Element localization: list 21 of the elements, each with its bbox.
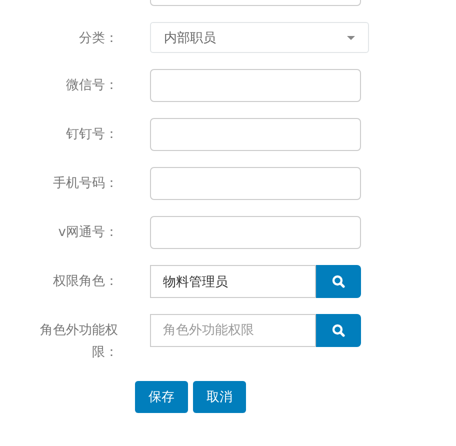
input-field[interactable] xyxy=(150,216,361,249)
dropdown-field[interactable]: 内部职员 xyxy=(150,22,369,53)
field-label: 角色外功能权限： xyxy=(39,322,118,362)
field-label: v网通号： xyxy=(58,224,118,242)
field-label: 钉钉号： xyxy=(66,126,118,144)
search-button[interactable] xyxy=(316,314,361,347)
input-field[interactable]: 物料管理员 xyxy=(150,265,316,298)
input-field[interactable] xyxy=(150,69,361,102)
search-icon xyxy=(332,275,345,288)
cancel-button[interactable]: 取消 xyxy=(193,381,246,413)
save-button[interactable]: 保存 xyxy=(135,381,188,413)
input-field[interactable]: 角色外功能权限 xyxy=(150,314,316,347)
field-label: 微信号： xyxy=(66,77,118,95)
search-button[interactable] xyxy=(316,265,361,298)
field-label: 分类： xyxy=(79,30,118,48)
caret-icon xyxy=(347,36,355,40)
input-field[interactable] xyxy=(150,118,361,151)
search-icon xyxy=(332,324,345,337)
input-field[interactable] xyxy=(150,167,361,200)
field-label: 权限角色： xyxy=(53,273,118,291)
field-label: 手机号码： xyxy=(53,175,118,193)
